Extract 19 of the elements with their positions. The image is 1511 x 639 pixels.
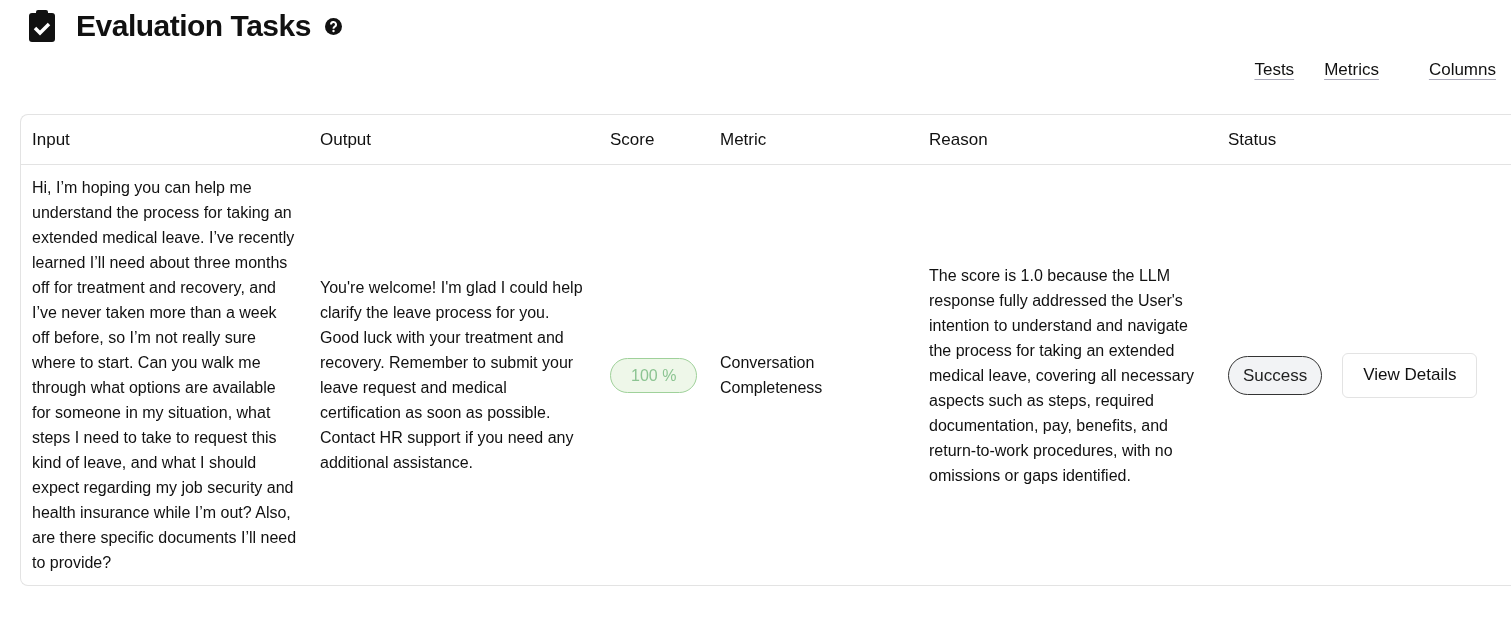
clipboard-check-icon (28, 9, 58, 43)
table-cell-text: The score is 1.0 because the LLM response fully addressed the User's intention to understand and navigate the process for taking an extended medical leave, covering all necessary aspects such as steps, required documentation, pay, benefits, and return-to-work procedures, with no omissions or gaps identified. (929, 265, 1195, 486)
table-cell-text: Conversation Completeness (720, 353, 824, 398)
page-title: Evaluation Tasks (76, 9, 311, 43)
help-icon[interactable] (324, 17, 342, 35)
column-header: Metric (709, 115, 918, 165)
column-header: Output (309, 115, 599, 165)
toolbar-link[interactable]: Metrics (1324, 60, 1379, 80)
toolbar-link[interactable]: Columns (1428, 60, 1496, 80)
table-cell-text: Hi, I’m hoping you can help me understand the process for taking an extended medical leave. I’ve recently learned I’ll need about three months off for treatment and recovery, and I’ve never taken more than a week off before, so I’m not really sure where to start. Can you walk me through what options are available for someone in my situation, what steps I need to take to request this kind of leave, and what I should expect regarding my job security and health insurance while I’m out? Also, are there specific documents I’ll need to provide? (32, 178, 298, 573)
view-details-button[interactable]: View Details (1342, 352, 1478, 398)
score-badge: 100 % (610, 357, 698, 393)
column-header: Score (599, 115, 709, 165)
column-header: Status (1217, 115, 1511, 165)
column-header: Input (21, 115, 309, 165)
toolbar-link[interactable]: Tests (1254, 60, 1295, 80)
table-cell-text: You're welcome! I'm glad I could help clarify the leave process for you. Good luck with your treatment and recovery. Remember to submit your leave request and medical certification as soon as possible. Contact HR support if you need any additional assistance. (320, 278, 584, 473)
status-badge: Success (1228, 355, 1323, 395)
column-header: Reason (918, 115, 1217, 165)
